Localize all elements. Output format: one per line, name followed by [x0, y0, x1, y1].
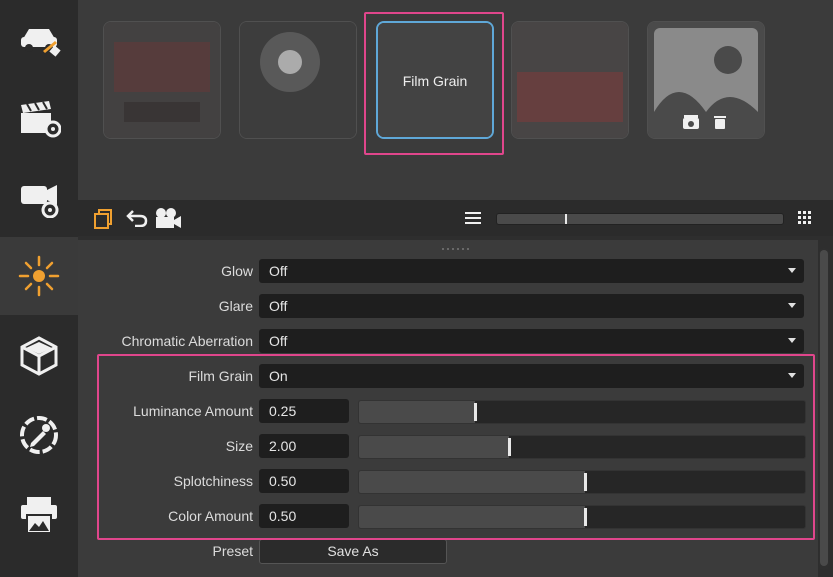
undo-icon[interactable] — [126, 209, 148, 227]
user-placeholder-icon — [648, 22, 764, 138]
sidebar-item-render[interactable] — [0, 476, 78, 554]
camera-icon[interactable] — [154, 207, 182, 229]
glare-row: Glare Off — [78, 294, 808, 318]
clapper-settings-icon — [21, 101, 61, 138]
cube-icon — [20, 336, 58, 376]
camera-settings-icon — [21, 185, 59, 218]
glare-dropdown[interactable]: Off — [259, 294, 804, 318]
color-picker-icon — [20, 416, 58, 454]
panel-scrollbar[interactable] — [819, 248, 829, 570]
chevron-down-icon — [788, 303, 796, 308]
preset-thumbnail-custom[interactable] — [647, 21, 765, 139]
film-grain-settings-highlight — [97, 354, 815, 540]
preset-thumbnail-2[interactable] — [239, 21, 357, 139]
preset-preview-glare — [240, 22, 356, 138]
preset-thumbnail-1[interactable] — [103, 21, 221, 139]
glow-dropdown[interactable]: Off — [259, 259, 804, 283]
copy-icon[interactable] — [94, 209, 112, 229]
thumbnail-size-handle[interactable] — [565, 214, 567, 224]
sidebar-item-car-material[interactable] — [0, 0, 78, 78]
grid-icon[interactable] — [798, 211, 812, 225]
car-material-icon — [21, 29, 61, 57]
preset-thumbnail-4[interactable] — [511, 21, 629, 139]
sun-light-icon — [18, 255, 60, 297]
chromatic-aberration-label: Chromatic Aberration — [121, 333, 253, 349]
menu-icon[interactable] — [465, 211, 481, 225]
chevron-down-icon — [788, 338, 796, 343]
preset-preview-car-2 — [512, 22, 628, 138]
snapshot-camera-icon[interactable] — [682, 114, 700, 130]
sidebar-item-animation[interactable] — [0, 78, 78, 156]
thumbnail-size-slider[interactable] — [496, 213, 784, 225]
sidebar-item-camera[interactable] — [0, 157, 78, 235]
scrollbar-thumb[interactable] — [820, 250, 828, 566]
toolbar — [78, 200, 833, 236]
sidebar-item-color[interactable] — [0, 396, 78, 474]
save-as-button[interactable]: Save As — [259, 539, 447, 564]
preset-label: Preset — [212, 543, 253, 559]
preset-preview-car — [104, 22, 220, 138]
resize-grip[interactable] — [440, 238, 470, 250]
glow-label: Glow — [221, 263, 253, 279]
trash-icon[interactable] — [712, 114, 728, 130]
glare-label: Glare — [218, 298, 253, 314]
sidebar-item-effects[interactable] — [0, 237, 78, 315]
sidebar — [0, 0, 78, 577]
film-grain-highlight — [364, 12, 504, 155]
printer-icon — [21, 497, 57, 534]
chevron-down-icon — [788, 268, 796, 273]
glow-row: Glow Off — [78, 259, 808, 283]
sidebar-item-environment[interactable] — [0, 317, 78, 395]
chromatic-aberration-row: Chromatic Aberration Off — [78, 329, 808, 353]
chromatic-aberration-dropdown[interactable]: Off — [259, 329, 804, 353]
